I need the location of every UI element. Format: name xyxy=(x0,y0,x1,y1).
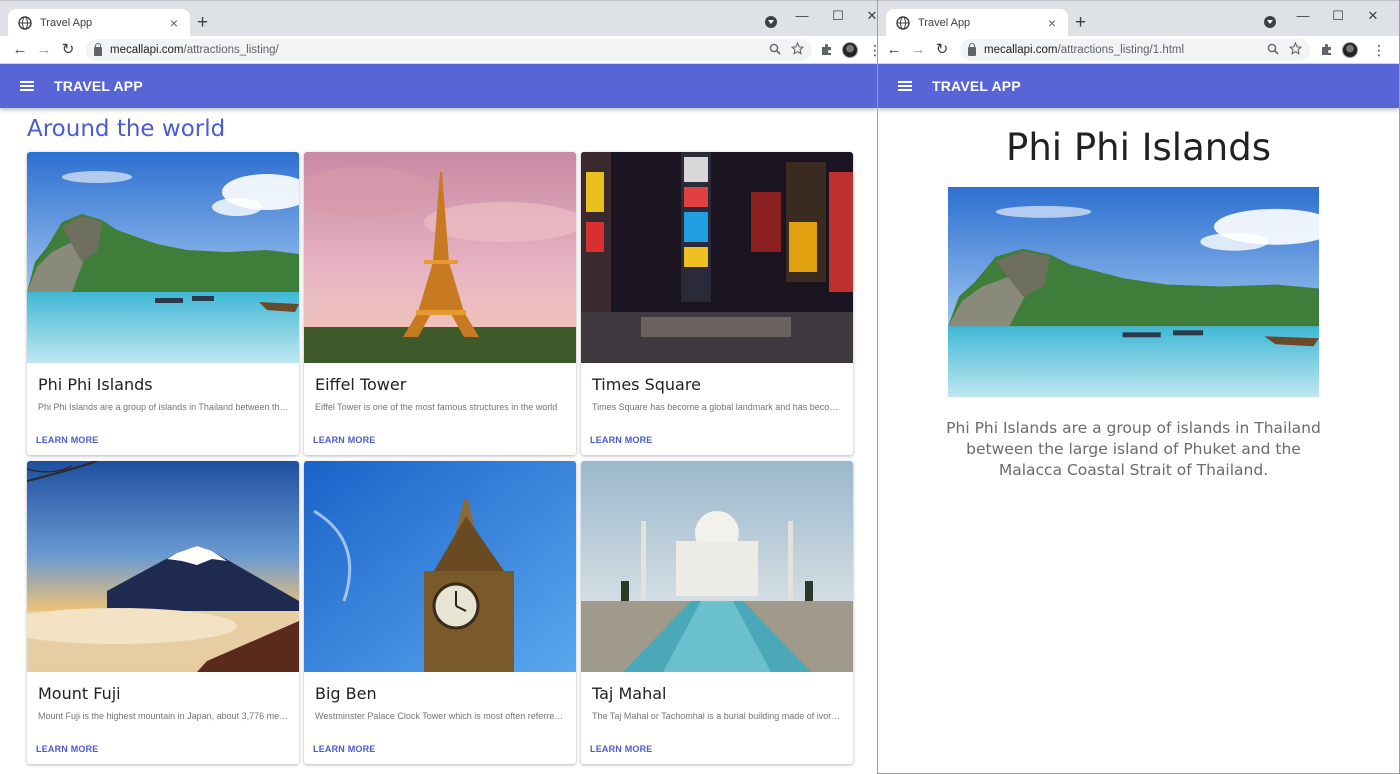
app-bar: TRAVEL APP xyxy=(878,64,1399,108)
tab-close-icon[interactable]: × xyxy=(166,15,182,31)
back-button[interactable]: ← xyxy=(882,40,906,60)
forward-button[interactable]: → xyxy=(32,40,56,60)
mount-fuji-image xyxy=(27,461,299,672)
card-title: Big Ben xyxy=(315,684,377,703)
hamburger-menu-icon[interactable] xyxy=(898,81,912,91)
attraction-card: Big Ben Westminster Palace Clock Tower w… xyxy=(304,461,576,764)
hamburger-menu-icon[interactable] xyxy=(20,81,34,91)
learn-more-button[interactable]: LEARN MORE xyxy=(313,744,376,754)
attractions-grid: Phi Phi Islands Phi Phi Islands are a gr… xyxy=(27,152,855,764)
attraction-card: Phi Phi Islands Phi Phi Islands are a gr… xyxy=(27,152,299,455)
learn-more-button[interactable]: LEARN MORE xyxy=(590,435,653,445)
browser-toolbar: ← → ↻ mecallapi.com/attractions_listing/… xyxy=(878,36,1399,64)
learn-more-button[interactable]: LEARN MORE xyxy=(313,435,376,445)
card-title: Mount Fuji xyxy=(38,684,121,703)
extensions-icon[interactable] xyxy=(1320,43,1333,56)
card-title: Times Square xyxy=(592,375,701,394)
tab-title: Travel App xyxy=(918,17,971,29)
tab-search-icon[interactable] xyxy=(1264,16,1276,28)
attraction-card: Taj Mahal The Taj Mahal or Tachomhal is … xyxy=(581,461,853,764)
card-title: Taj Mahal xyxy=(592,684,667,703)
attraction-description: Phi Phi Islands are a group of islands i… xyxy=(946,419,1321,479)
tab-strip: Travel App × + — ☐ ✕ xyxy=(878,0,1399,37)
globe-icon xyxy=(18,16,32,30)
minimize-button[interactable]: — xyxy=(1288,7,1318,25)
app-title: TRAVEL APP xyxy=(54,78,143,94)
browser-tab[interactable]: Travel App × xyxy=(886,9,1068,37)
close-window-button[interactable]: ✕ xyxy=(1358,7,1388,25)
learn-more-button[interactable]: LEARN MORE xyxy=(36,435,99,445)
star-icon[interactable] xyxy=(1288,41,1303,58)
page-title: Around the world xyxy=(27,116,226,142)
tab-title: Travel App xyxy=(40,17,93,29)
big-ben-image xyxy=(304,461,576,672)
address-bar[interactable]: mecallapi.com/attractions_listing/1.html xyxy=(960,39,1310,61)
tab-search-icon[interactable] xyxy=(765,16,777,28)
forward-button[interactable]: → xyxy=(906,40,930,60)
attraction-card: Eiffel Tower Eiffel Tower is one of the … xyxy=(304,152,576,455)
zoom-icon[interactable] xyxy=(769,43,781,58)
address-bar[interactable]: mecallapi.com/attractions_listing/ xyxy=(86,39,812,61)
lock-icon xyxy=(94,43,102,56)
card-description: Mount Fuji is the highest mountain in Ja… xyxy=(38,711,290,721)
url-text: mecallapi.com/attractions_listing/1.html xyxy=(984,44,1185,56)
reload-button[interactable]: ↻ xyxy=(56,40,80,60)
eiffel-tower-image xyxy=(304,152,576,363)
card-title: Eiffel Tower xyxy=(315,375,407,394)
url-text: mecallapi.com/attractions_listing/ xyxy=(110,44,279,56)
phi-phi-islands-image xyxy=(948,187,1319,397)
app-bar: TRAVEL APP xyxy=(0,64,877,108)
browser-toolbar: ← → ↻ mecallapi.com/attractions_listing/… xyxy=(0,36,877,64)
reload-button[interactable]: ↻ xyxy=(930,40,954,60)
new-tab-button[interactable]: + xyxy=(1075,13,1086,33)
browser-window-detail: Travel App × + — ☐ ✕ ← → ↻ mecallapi.com… xyxy=(877,0,1400,774)
back-button[interactable]: ← xyxy=(8,40,32,60)
zoom-icon[interactable] xyxy=(1267,43,1279,58)
card-description: The Taj Mahal or Tachomhal is a burial b… xyxy=(592,711,844,721)
maximize-button[interactable]: ☐ xyxy=(823,7,853,25)
kebab-menu-icon[interactable]: ⋮ xyxy=(1372,41,1386,59)
times-square-image xyxy=(581,152,853,363)
extensions-icon[interactable] xyxy=(820,43,833,56)
close-window-button[interactable]: ✕ xyxy=(857,7,877,25)
lock-icon xyxy=(968,43,976,56)
star-icon[interactable] xyxy=(790,41,805,58)
app-title: TRAVEL APP xyxy=(932,78,1021,94)
minimize-button[interactable]: — xyxy=(787,7,817,25)
avatar[interactable] xyxy=(842,42,858,58)
card-title: Phi Phi Islands xyxy=(38,375,153,394)
taj-mahal-image xyxy=(581,461,853,672)
tab-close-icon[interactable]: × xyxy=(1044,15,1060,31)
attraction-title: Phi Phi Islands xyxy=(1006,126,1271,169)
attraction-card: Times Square Times Square has become a g… xyxy=(581,152,853,455)
attraction-card: Mount Fuji Mount Fuji is the highest mou… xyxy=(27,461,299,764)
new-tab-button[interactable]: + xyxy=(197,13,208,33)
browser-tab[interactable]: Travel App × xyxy=(8,9,190,37)
avatar[interactable] xyxy=(1342,42,1358,58)
learn-more-button[interactable]: LEARN MORE xyxy=(590,744,653,754)
card-description: Phi Phi Islands are a group of islands i… xyxy=(38,402,290,412)
phi-phi-islands-image xyxy=(27,152,299,363)
browser-window-listing: Travel App × + — ☐ ✕ ← → ↻ mecallapi.com… xyxy=(0,0,877,774)
tab-strip: Travel App × + — ☐ ✕ xyxy=(0,0,877,37)
kebab-menu-icon[interactable]: ⋮ xyxy=(868,41,877,59)
globe-icon xyxy=(896,16,910,30)
card-description: Westminster Palace Clock Tower which is … xyxy=(315,711,567,721)
card-description: Times Square has become a global landmar… xyxy=(592,402,844,412)
maximize-button[interactable]: ☐ xyxy=(1323,7,1353,25)
learn-more-button[interactable]: LEARN MORE xyxy=(36,744,99,754)
card-description: Eiffel Tower is one of the most famous s… xyxy=(315,402,558,412)
